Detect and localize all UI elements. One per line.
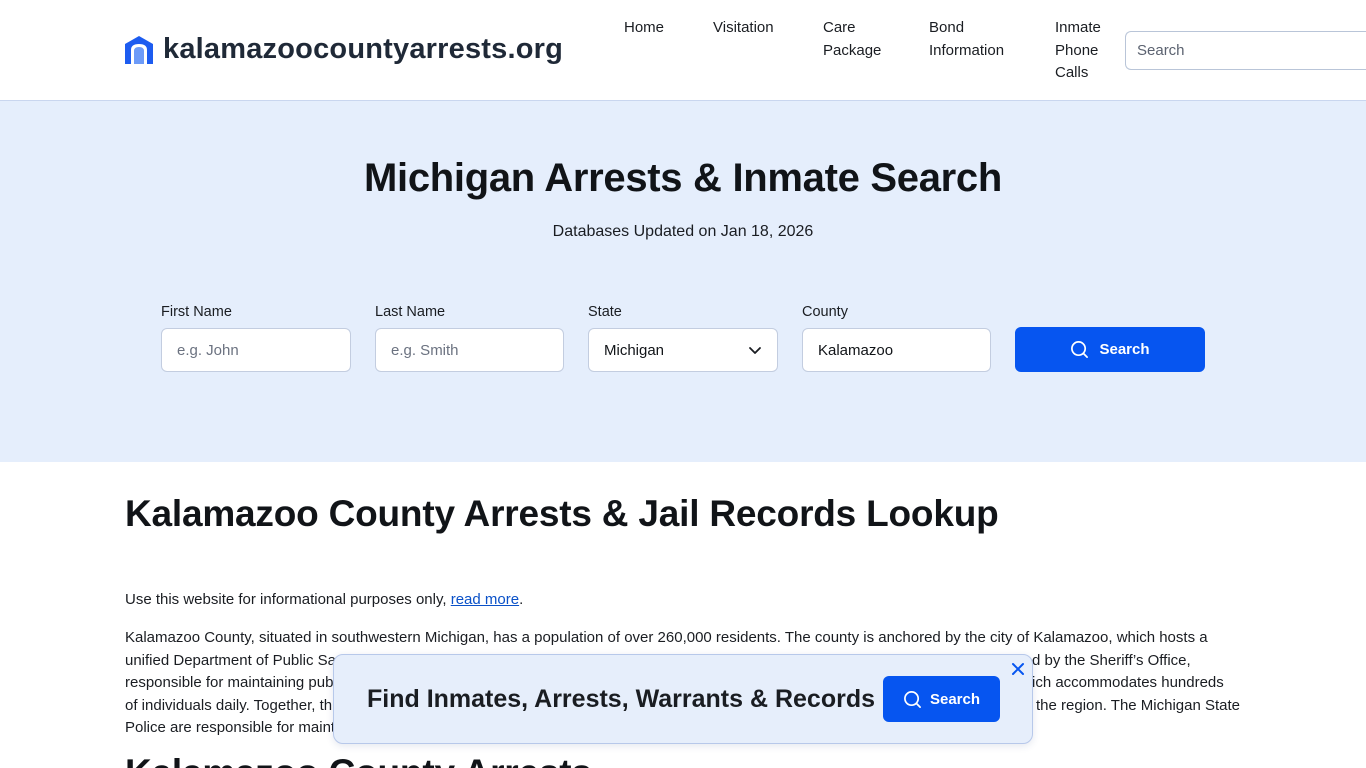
paragraph-line-end: d by the Sheriff’s Office, — [1032, 651, 1191, 669]
state-label: State — [588, 304, 622, 320]
last-name-label: Last Name — [375, 304, 446, 320]
nav-visitation[interactable]: Visitation — [713, 17, 774, 40]
first-name-label: First Name — [161, 304, 232, 320]
nav-inmate-phone-calls[interactable]: Inmate Phone Calls — [1055, 17, 1115, 85]
county-label: County — [802, 304, 848, 320]
last-name-input[interactable] — [375, 328, 564, 372]
nav-care-package[interactable]: Care Package — [823, 17, 893, 62]
paragraph-line-end: ich accommodates hundreds — [1032, 674, 1224, 692]
chevron-down-icon — [749, 347, 761, 354]
paragraph-line-end: the region. The Michigan State — [1036, 696, 1241, 714]
database-updated-text: Databases Updated on Jan 18, 2026 — [552, 223, 814, 240]
hero-search-button[interactable]: Search — [1015, 327, 1205, 372]
section-heading-arrests: Kalamazoo County Arrests — [125, 752, 592, 768]
paragraph-line-start: responsible for maintaining pub — [125, 674, 334, 692]
paragraph-line-start: unified Department of Public Sa — [125, 651, 336, 669]
hero-title: Michigan Arrests & Inmate Search — [363, 156, 1003, 200]
popup-search-button-label: Search — [929, 690, 981, 708]
search-promo-popup: Find Inmates, Arrests, Warrants & Record… — [333, 654, 1033, 744]
state-selected-value: Michigan — [604, 341, 665, 359]
disclaimer-text: Use this website for informational purpo… — [125, 589, 523, 612]
nav-home[interactable]: Home — [624, 17, 664, 40]
header-search-input[interactable] — [1125, 31, 1366, 70]
hero-search-button-label: Search — [1099, 341, 1150, 358]
site-name: kalamazoocountyarrests.org — [163, 33, 564, 65]
hero-search-section: Michigan Arrests & Inmate Search Databas… — [0, 101, 1366, 462]
paragraph-line-start: of individuals daily. Together, th — [125, 696, 333, 714]
first-name-input[interactable] — [161, 328, 351, 372]
disclaimer-body: Use this website for informational purpo… — [125, 591, 451, 608]
state-select[interactable]: Michigan — [588, 328, 778, 372]
house-logo-icon — [125, 35, 153, 64]
site-logo[interactable]: kalamazoocountyarrests.org — [124, 33, 563, 66]
popup-search-button[interactable]: Search — [883, 676, 1000, 722]
site-header: kalamazoocountyarrests.org Home Visitati… — [0, 0, 1366, 101]
search-icon — [904, 690, 921, 708]
popup-title: Find Inmates, Arrests, Warrants & Record… — [367, 685, 876, 713]
close-icon[interactable] — [1011, 662, 1025, 676]
paragraph-line: Kalamazoo County, situated in southweste… — [125, 629, 1208, 646]
disclaimer-end: . — [519, 591, 524, 608]
page-heading: Kalamazoo County Arrests & Jail Records … — [125, 493, 999, 534]
nav-bond-information[interactable]: Bond Information — [929, 17, 1019, 62]
search-icon — [1071, 341, 1089, 358]
read-more-link[interactable]: read more — [451, 591, 519, 608]
county-input[interactable] — [802, 328, 991, 372]
